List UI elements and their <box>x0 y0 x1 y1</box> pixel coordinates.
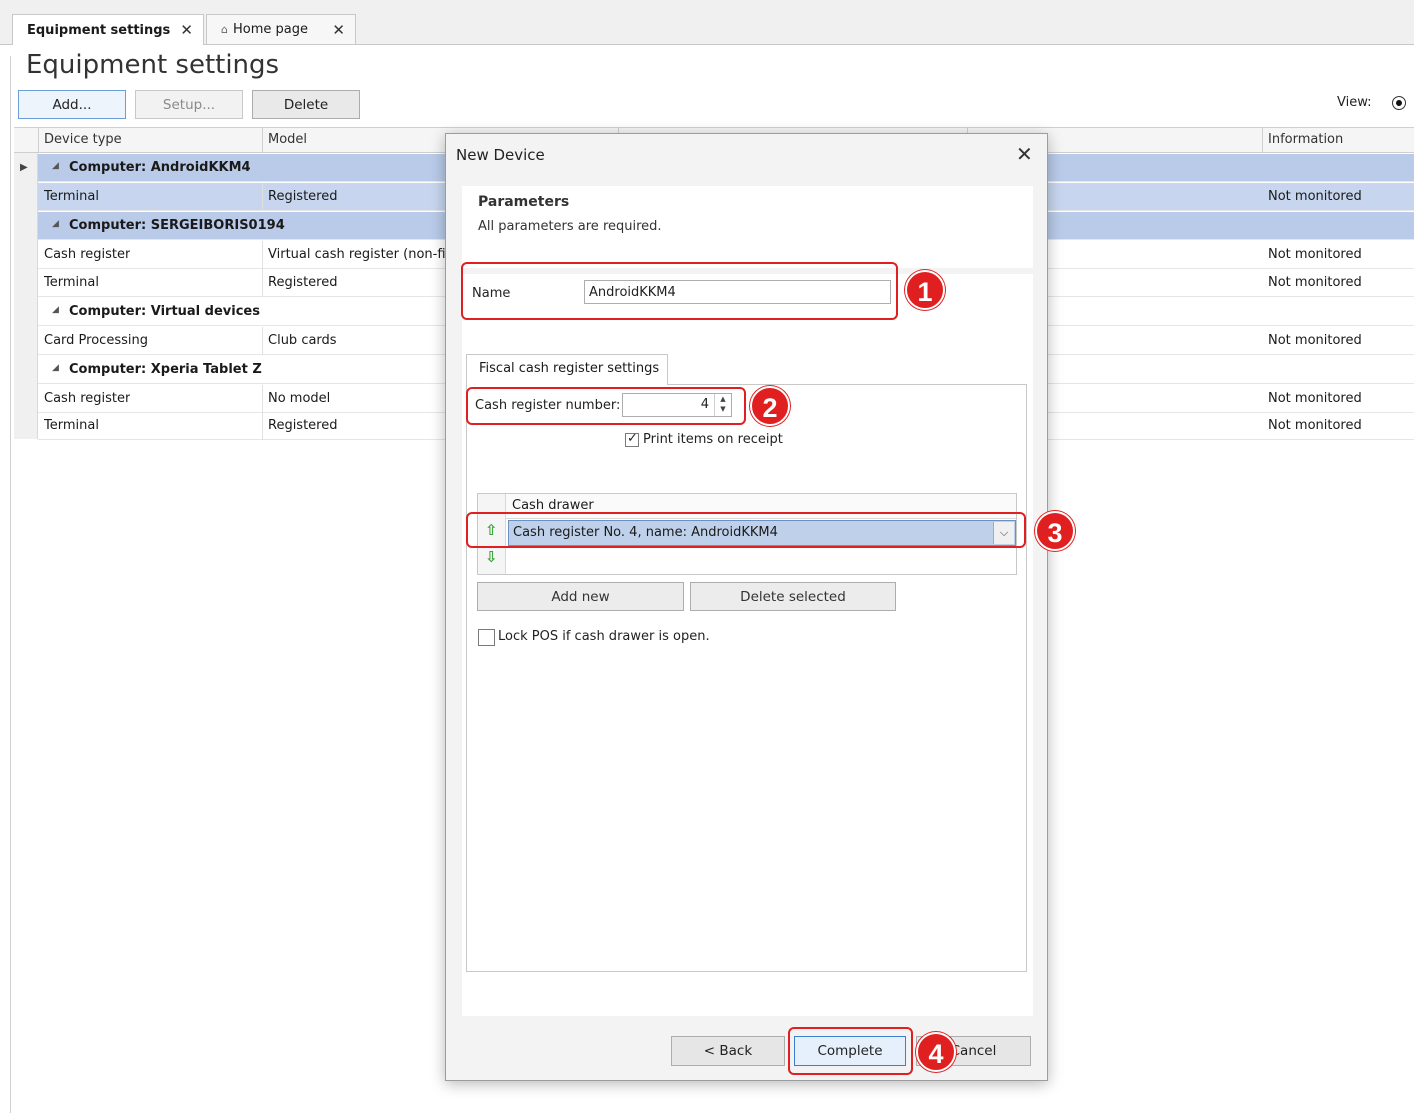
left-divider <box>10 56 11 1113</box>
parameters-subtitle: All parameters are required. <box>478 219 662 234</box>
header-device-type[interactable]: Device type <box>44 132 122 147</box>
close-icon[interactable]: ✕ <box>180 21 193 39</box>
lock-pos-label: Lock POS if cash drawer is open. <box>498 629 710 644</box>
back-button[interactable]: < Back <box>671 1036 785 1066</box>
collapse-icon[interactable]: ◢ <box>52 161 59 171</box>
chevron-down-icon[interactable]: ⌵ <box>993 522 1014 544</box>
print-items-label: Print items on receipt <box>643 432 783 447</box>
dialog-body: Parameters All parameters are required. … <box>462 186 1033 1016</box>
lock-pos-checkbox[interactable] <box>478 629 495 646</box>
spin-arrows-icon[interactable]: ▲ ▼ <box>714 394 731 416</box>
current-row-indicator-icon: ▶ <box>20 162 28 173</box>
tab-equipment-settings[interactable]: Equipment settings ✕ <box>12 14 204 45</box>
cash-drawer-header: Cash drawer <box>506 494 1016 519</box>
cash-register-number-label: Cash register number: <box>475 398 621 413</box>
setup-button[interactable]: Setup... <box>135 90 243 119</box>
add-button[interactable]: Add... <box>18 90 126 119</box>
delete-selected-button[interactable]: Delete selected <box>690 582 896 611</box>
parameters-heading: Parameters <box>478 194 570 210</box>
step-badge-4: 4 <box>916 1032 956 1072</box>
header-model[interactable]: Model <box>268 132 307 147</box>
arrow-up-icon[interactable]: ⇧ <box>485 521 498 539</box>
tab-label: Equipment settings <box>27 22 171 38</box>
add-new-button[interactable]: Add new <box>477 582 684 611</box>
collapse-icon[interactable]: ◢ <box>52 363 59 373</box>
header-information[interactable]: Information <box>1268 132 1343 147</box>
view-label: View: <box>1337 95 1372 110</box>
home-icon: ⌂ <box>221 23 228 36</box>
tab-fiscal-cash-register-settings[interactable]: Fiscal cash register settings <box>466 354 668 385</box>
step-badge-2: 2 <box>750 386 790 426</box>
delete-button[interactable]: Delete <box>252 90 360 119</box>
close-icon[interactable]: ✕ <box>332 21 345 39</box>
view-radio[interactable] <box>1392 96 1406 110</box>
collapse-icon[interactable]: ◢ <box>52 219 59 229</box>
cash-drawer-table: ⇧ ⇩ Cash drawer Cash register No. 4, nam… <box>477 493 1017 575</box>
name-label: Name <box>472 286 511 301</box>
collapse-icon[interactable]: ◢ <box>52 305 59 315</box>
section-divider <box>462 268 1033 274</box>
arrow-down-icon[interactable]: ⇩ <box>485 548 498 566</box>
name-input[interactable] <box>584 280 891 304</box>
tab-bar: Equipment settings ✕ ⌂ Home page ✕ <box>0 0 1414 45</box>
tab-home-page[interactable]: ⌂ Home page ✕ <box>206 14 356 44</box>
dialog-title: New Device <box>456 146 545 164</box>
step-badge-3: 3 <box>1035 511 1075 551</box>
step-badge-1: 1 <box>905 270 945 310</box>
reorder-column: ⇧ ⇩ <box>478 494 506 574</box>
cash-drawer-select[interactable]: Cash register No. 4, name: AndroidKKM4 ⌵ <box>508 520 1016 546</box>
new-device-dialog: New Device ✕ Parameters All parameters a… <box>445 133 1048 1081</box>
cash-register-number-stepper[interactable]: 4 ▲ ▼ <box>622 393 732 417</box>
tab-label: Home page <box>232 22 308 37</box>
close-icon[interactable]: ✕ <box>1016 142 1033 166</box>
print-items-checkbox[interactable] <box>625 431 639 447</box>
fiscal-settings-panel: Cash register number: 4 ▲▼ Print items o… <box>466 384 1027 972</box>
page-title: Equipment settings <box>26 50 280 80</box>
row-selector-column <box>14 153 38 439</box>
complete-button[interactable]: Complete <box>794 1036 906 1066</box>
